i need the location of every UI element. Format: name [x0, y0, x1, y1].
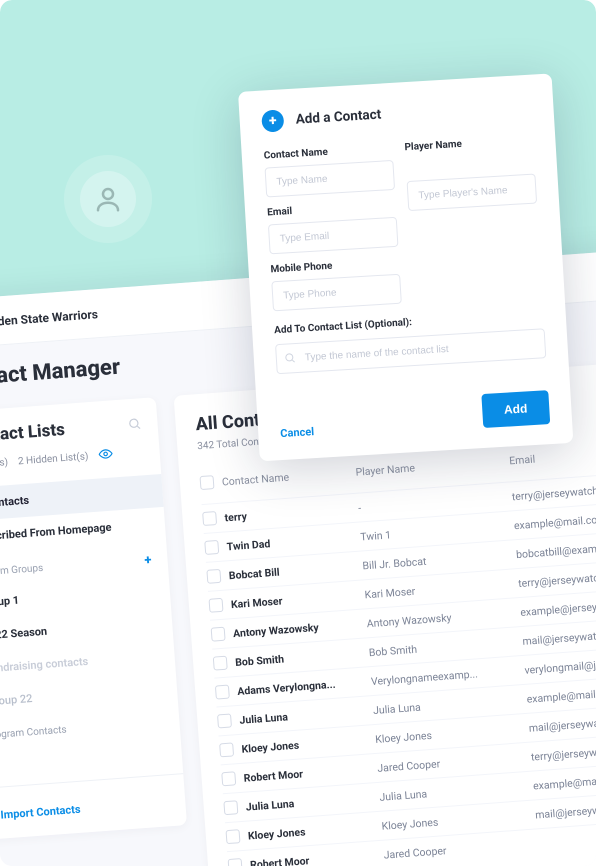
contact-name-cell[interactable]: Julia Luna	[239, 704, 370, 726]
contact-name-cell[interactable]: Twin Dad	[226, 530, 357, 552]
import-contacts-link[interactable]: + Import Contacts	[0, 803, 81, 822]
th-contact-name[interactable]: Contact Name	[221, 466, 352, 488]
contact-name-cell[interactable]: Adams Verylongna...	[237, 675, 368, 697]
row-checkbox[interactable]	[215, 685, 230, 700]
email-input[interactable]	[268, 217, 399, 255]
th-player-name[interactable]: Player Name	[355, 454, 506, 478]
contact-name-cell[interactable]: Bob Smith	[235, 646, 366, 668]
mobile-phone-label: Mobile Phone	[270, 253, 400, 276]
contact-name-cell[interactable]: Robert Moor	[250, 848, 381, 866]
contact-name-cell[interactable]: Kari Moser	[230, 588, 361, 610]
avatar-placeholder	[64, 155, 152, 243]
hidden-count: 2 Hidden List(s)	[18, 451, 89, 467]
program-contacts-label: Program Contacts	[0, 725, 67, 742]
row-checkbox[interactable]	[225, 829, 240, 844]
sidebar-title: Contact Lists	[0, 420, 66, 447]
table-body: terry-terry@jerseywatch.com(555)Twin Dad…	[202, 458, 596, 866]
add-button[interactable]: Add	[481, 390, 550, 428]
select-all-checkbox[interactable]	[199, 475, 214, 490]
add-contact-modal: + Add a Contact Contact Name Player Name…	[238, 73, 573, 461]
player-name-cell: -	[358, 490, 509, 514]
player-name-cell: Antony Wazowsky	[366, 606, 517, 630]
row-checkbox[interactable]	[219, 742, 234, 757]
contact-name-input[interactable]	[265, 160, 396, 198]
player-name-cell: Kari Moser	[364, 577, 515, 601]
email-cell: terry@jerseywatch.com	[511, 475, 596, 503]
contact-name-cell[interactable]: Kloey Jones	[241, 733, 372, 755]
search-icon	[283, 349, 296, 369]
custom-groups-label: Custom Groups	[0, 563, 44, 579]
contact-name-cell[interactable]: Antony Wazowsky	[233, 617, 364, 639]
player-name-cell: Julia Luna	[373, 693, 524, 717]
contact-name-cell[interactable]: Kloey Jones	[247, 820, 378, 842]
contact-name-cell[interactable]: terry	[224, 501, 355, 523]
row-checkbox[interactable]	[213, 656, 228, 671]
plus-circle-icon: +	[261, 109, 284, 132]
row-checkbox[interactable]	[202, 511, 217, 526]
row-checkbox[interactable]	[228, 858, 243, 866]
player-name-cell: Kloey Jones	[375, 722, 526, 746]
row-checkbox[interactable]	[211, 627, 226, 642]
cancel-button[interactable]: Cancel	[280, 425, 315, 440]
row-checkbox[interactable]	[206, 569, 221, 584]
player-name-cell: Julia Luna	[379, 779, 530, 803]
player-name-cell: Bob Smith	[368, 635, 519, 659]
row-checkbox[interactable]	[204, 540, 219, 555]
email-label: Email	[267, 196, 397, 219]
contact-name-cell[interactable]: Bobcat Bill	[228, 559, 359, 581]
person-icon	[93, 184, 123, 214]
player-name-cell: Bill Jr. Bobcat	[362, 548, 513, 572]
team-name: Golden State Warriors	[0, 307, 98, 330]
player-name-cell: Jared Cooper	[383, 837, 534, 861]
row-checkbox[interactable]	[209, 598, 224, 613]
visibility-icon[interactable]	[98, 446, 113, 464]
contact-name-cell[interactable]: Robert Moor	[243, 762, 374, 784]
contact-name-cell[interactable]: Julia Luna	[245, 791, 376, 813]
player-name-input[interactable]	[407, 174, 538, 212]
row-checkbox[interactable]	[223, 800, 238, 815]
list-count: 12 List(s)	[0, 457, 8, 471]
player-name-cell: Jared Cooper	[377, 750, 528, 774]
sidebar: Contact Lists 12 List(s) 2 Hidden List(s…	[0, 397, 187, 840]
email-cell	[537, 829, 596, 844]
row-checkbox[interactable]	[221, 771, 236, 786]
search-icon[interactable]	[127, 415, 142, 435]
player-name-cell: Verylongnameexamp...	[370, 664, 521, 688]
player-name-cell: Twin 1	[360, 519, 511, 543]
add-group-button[interactable]: +	[144, 553, 152, 568]
row-checkbox[interactable]	[217, 713, 232, 728]
player-name-cell: Kloey Jones	[381, 808, 532, 832]
modal-title: Add a Contact	[295, 107, 381, 128]
